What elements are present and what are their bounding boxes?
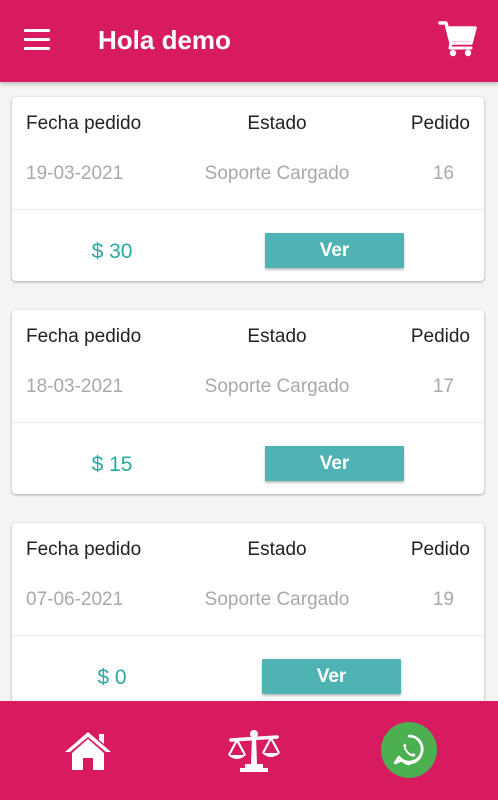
order-card: Fecha pedido Estado Pedido 18-03-2021 So… [12, 310, 484, 494]
order-card: Fecha pedido Estado Pedido 07-06-2021 So… [12, 523, 484, 701]
order-header: Pedido [410, 326, 470, 347]
page-title: Hola demo [98, 25, 231, 55]
order-header: Pedido [410, 113, 470, 134]
view-order-button[interactable]: Ver [265, 446, 404, 481]
whatsapp-button[interactable] [381, 722, 437, 778]
order-status: Soporte Cargado [204, 376, 350, 397]
shopping-cart-icon[interactable] [438, 19, 478, 59]
view-order-button[interactable]: Ver [262, 659, 401, 694]
view-order-button[interactable]: Ver [265, 233, 404, 268]
order-status: Soporte Cargado [204, 163, 350, 184]
order-status: Soporte Cargado [204, 589, 350, 610]
order-number: 16 [432, 163, 454, 184]
app-bar: Hola demo [0, 0, 498, 82]
bottom-nav [0, 701, 498, 800]
hamburger-menu-icon[interactable] [24, 29, 50, 51]
order-card: Fecha pedido Estado Pedido 19-03-2021 So… [12, 97, 484, 281]
divider [12, 422, 484, 423]
whatsapp-icon [393, 734, 424, 766]
home-icon[interactable] [63, 729, 113, 773]
order-price: $ 0 [97, 666, 127, 689]
order-header: Pedido [410, 539, 470, 560]
order-number: 19 [432, 589, 454, 610]
divider [12, 209, 484, 210]
divider [12, 635, 484, 636]
order-price: $ 30 [91, 240, 133, 263]
order-price: $ 15 [91, 453, 133, 476]
order-number: 17 [432, 376, 454, 397]
orders-list[interactable]: Fecha pedido Estado Pedido 19-03-2021 So… [0, 82, 498, 701]
scale-balance-icon[interactable] [226, 728, 282, 772]
